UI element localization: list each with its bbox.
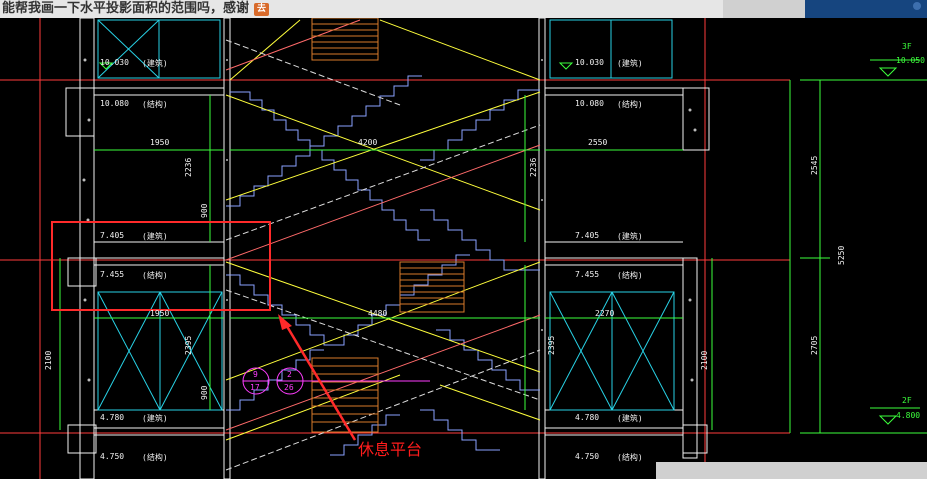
dim-text: 2100 [44,350,53,370]
cad-drawing [0,0,927,479]
dim-text: 4200 [358,138,378,147]
question-bar: 能帮我画一下水平投影面积的范围吗，感谢去 [0,0,805,18]
dim-text: 1950 [150,309,170,318]
elev-label: 10.030 [575,58,604,67]
elev-label: 4.750 [100,452,125,461]
index-number: 2 [287,370,292,379]
gray-strip [723,0,805,18]
dim-text: 2395 [184,335,193,355]
elev-label: 7.455 [575,270,600,279]
elev-label: 4.780 [100,413,125,422]
elev-label: 7.455 [100,270,125,279]
floor-upper-elev: 10.050 [896,56,925,65]
elev-label: 7.405 [575,231,600,240]
elev-label: 4.780 [575,413,600,422]
floor-upper-label: 3F [902,42,912,51]
elev-type: (建筑) [142,414,168,423]
dim-text: 2550 [588,138,608,147]
floor-lower-elev: 4.800 [896,411,921,420]
floor-lower-label: 2F [902,396,912,405]
dim-text: 2270 [595,309,615,318]
dim-text: 1950 [150,138,170,147]
top-bar [805,0,927,18]
dim-text: 900 [200,385,209,400]
elev-type: (建筑) [142,59,168,68]
dim-text: 4480 [368,309,388,318]
elev-type: (结构) [142,100,168,109]
index-sheet: 26 [284,383,294,392]
elev-type: (结构) [617,100,643,109]
corner-panel [656,462,927,479]
index-sheet: 17 [250,383,260,392]
elev-type: (结构) [617,271,643,280]
elev-label: 7.405 [100,231,125,240]
elev-label: 10.030 [100,58,129,67]
dim-text: 2545 [810,155,819,175]
dim-text: 900 [200,203,209,218]
elev-label: 10.080 [575,99,604,108]
dim-text: 2236 [184,157,193,177]
index-number: 9 [253,370,258,379]
status-dot-icon [913,2,921,10]
elev-label: 4.750 [575,452,600,461]
elev-type: (结构) [142,271,168,280]
dim-text: 2705 [810,335,819,355]
dim-text: 2236 [529,157,538,177]
elev-label: 10.080 [100,99,129,108]
goto-badge[interactable]: 去 [254,3,270,16]
dim-text: 5250 [837,245,846,265]
elev-type: (建筑) [617,414,643,423]
dim-text: 2395 [547,335,556,355]
elev-type: (建筑) [142,232,168,241]
elev-type: (结构) [617,453,643,462]
elev-type: (结构) [142,453,168,462]
question-text: 能帮我画一下水平投影面积的范围吗，感谢 [2,1,250,16]
elev-type: (建筑) [617,232,643,241]
dim-text: 2100 [700,350,709,370]
elev-type: (建筑) [617,59,643,68]
rest-platform-label: 休息平台 [358,440,423,459]
